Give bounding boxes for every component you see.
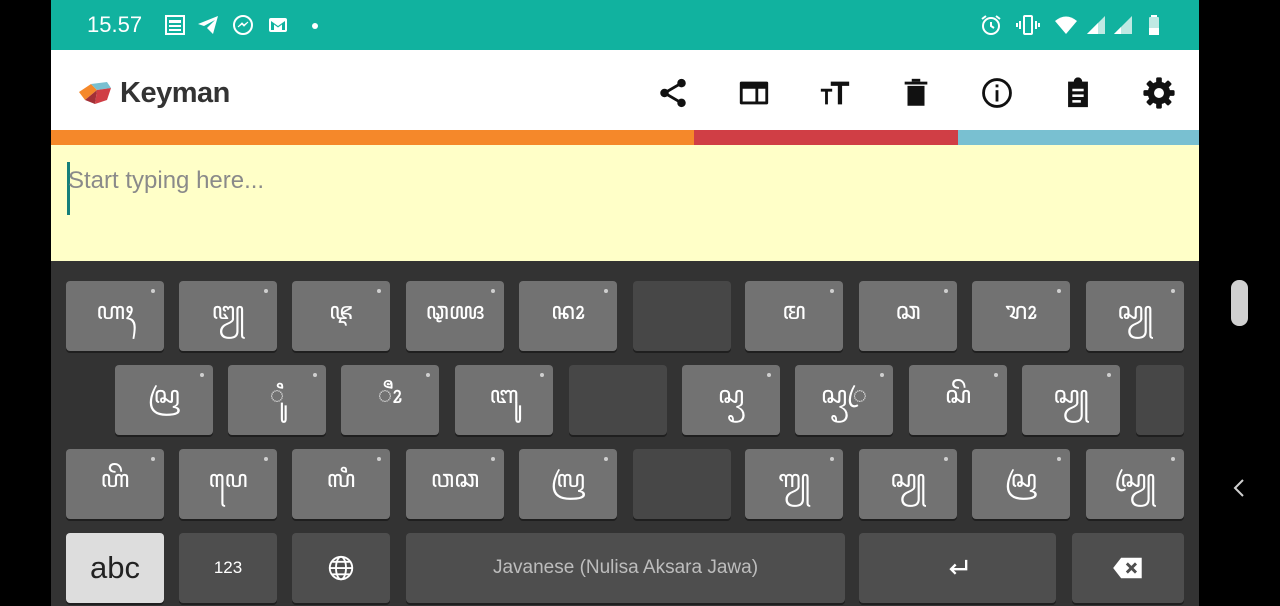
- messenger-icon: [233, 15, 253, 35]
- gmail-icon: [269, 18, 287, 32]
- alarm-icon: [981, 15, 1001, 35]
- key-blank[interactable]: [633, 281, 731, 351]
- key[interactable]: ꦱꦿ: [972, 449, 1070, 519]
- text-input-area[interactable]: Start typing here...: [51, 145, 1199, 261]
- space-bar[interactable]: Javanese (Nulisa Aksara Jawa): [406, 533, 845, 603]
- app-bar: Keyman: [51, 50, 1199, 130]
- jazz-icon: [165, 15, 185, 35]
- key[interactable]: ꦫꦴ: [972, 281, 1070, 351]
- vibrate-icon: [1016, 15, 1040, 35]
- key[interactable]: ꦱꦾ: [859, 449, 957, 519]
- key[interactable]: ꦱꦼ: [909, 365, 1007, 435]
- key[interactable]: ꦱꦿꦾ: [1086, 449, 1184, 519]
- key[interactable]: ꦒꦾ: [745, 449, 843, 519]
- key[interactable]: ꦔꦾ: [179, 281, 277, 351]
- telegram-icon: [198, 16, 218, 34]
- web-browser-icon[interactable]: [737, 76, 771, 110]
- key[interactable]: ꦩ: [745, 281, 843, 351]
- key[interactable]: ꦤꦴ: [519, 281, 617, 351]
- status-bar: 15.57: [51, 0, 1199, 50]
- scroll-handle[interactable]: [1231, 280, 1248, 326]
- keyman-logo-icon: [79, 82, 111, 104]
- key[interactable]: ꦥꦺ: [179, 449, 277, 519]
- key[interactable]: ꦷꦴ: [341, 365, 439, 435]
- key[interactable]: ꦱꦽ: [682, 365, 780, 435]
- chevron-left-icon[interactable]: [1229, 476, 1249, 500]
- globe-key[interactable]: [292, 533, 390, 603]
- key[interactable]: ꦡꦖ: [406, 281, 504, 351]
- stripe-orange: [51, 130, 694, 145]
- clipboard-icon[interactable]: [1061, 76, 1095, 110]
- key[interactable]: ꦱꦽꦿ: [795, 365, 893, 435]
- key[interactable]: ꦲꦃ: [66, 281, 164, 351]
- key[interactable]: ꦧꦸ: [455, 365, 553, 435]
- key[interactable]: ꦮꦕ: [406, 449, 504, 519]
- key-blank[interactable]: [1136, 365, 1184, 435]
- backspace-key[interactable]: [1072, 533, 1184, 603]
- numeric-layer-key[interactable]: 123: [179, 533, 277, 603]
- key[interactable]: ꦭꦿ: [519, 449, 617, 519]
- app-title: Keyman: [120, 77, 230, 109]
- key[interactable]: ꦕ: [859, 281, 957, 351]
- placeholder-text: Start typing here...: [68, 167, 265, 194]
- key[interactable]: ꦭꦶ: [292, 449, 390, 519]
- share-icon[interactable]: [656, 76, 690, 110]
- brand-stripes: [51, 130, 1199, 145]
- phone-screen: 15.57 Keyman Start typing here... ꦲꦃ ꦔꦾ …: [51, 0, 1199, 606]
- stripe-blue: [958, 130, 1199, 145]
- key[interactable]: ꦱꦾ: [1086, 281, 1184, 351]
- signal-icon: [1114, 16, 1132, 34]
- onscreen-keyboard: ꦲꦃ ꦔꦾ ꦘ ꦡꦖ ꦤꦴ ꦩ ꦕ ꦫꦴ ꦱꦾ ꦱꦿ ꦶꦸ ꦷꦴ ꦧꦸ ꦱꦽ ꦱ…: [51, 261, 1199, 606]
- status-time: 15.57: [87, 12, 143, 37]
- battery-icon: [1149, 15, 1159, 35]
- key[interactable]: ꦱꦾ: [1022, 365, 1120, 435]
- key-blank[interactable]: [633, 449, 731, 519]
- wifi-icon: [1055, 16, 1077, 34]
- backspace-icon: [1113, 557, 1142, 579]
- settings-icon[interactable]: [1142, 76, 1176, 110]
- key[interactable]: ꦲꦼ: [66, 449, 164, 519]
- globe-icon: [328, 555, 354, 581]
- key[interactable]: ꦶꦸ: [228, 365, 326, 435]
- key[interactable]: ꦱꦿ: [115, 365, 213, 435]
- abc-layer-key[interactable]: abc: [66, 533, 164, 603]
- stripe-red: [694, 130, 958, 145]
- key-blank[interactable]: [569, 365, 667, 435]
- dot-icon: [312, 23, 318, 29]
- enter-icon: [948, 559, 967, 575]
- signal-icon: [1087, 16, 1105, 34]
- text-size-icon[interactable]: [818, 76, 852, 110]
- info-icon[interactable]: [980, 76, 1014, 110]
- key[interactable]: ꦘ: [292, 281, 390, 351]
- enter-key[interactable]: [859, 533, 1056, 603]
- delete-icon[interactable]: [899, 76, 933, 110]
